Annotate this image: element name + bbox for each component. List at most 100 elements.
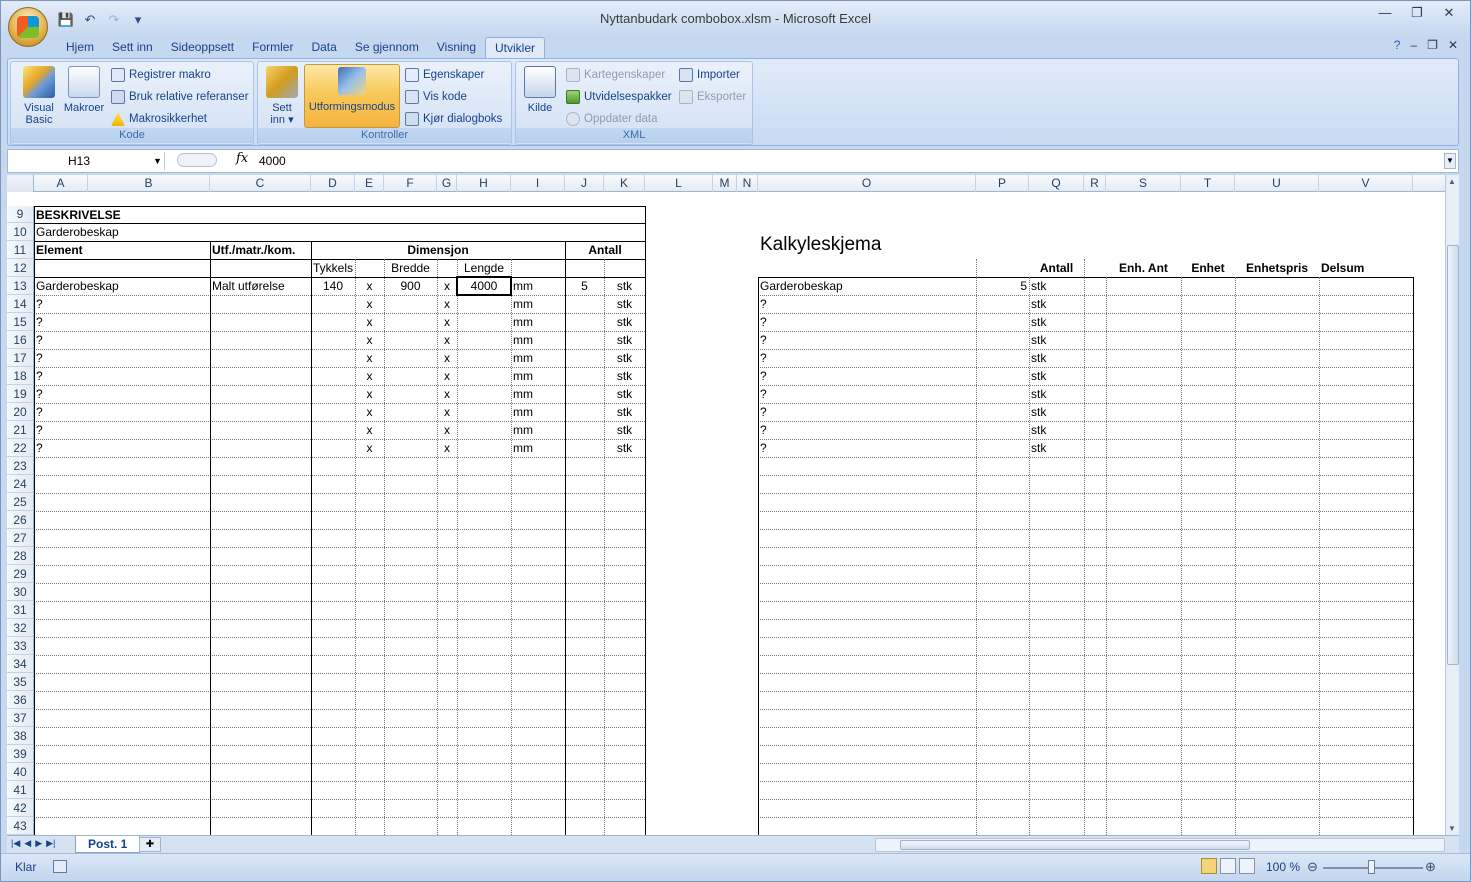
cell-element[interactable]: ? bbox=[36, 385, 208, 403]
cell-unit[interactable]: mm bbox=[513, 367, 563, 385]
header-antall[interactable]: Antall bbox=[567, 241, 643, 259]
cell-enhet[interactable]: stk bbox=[606, 439, 643, 457]
column-header-p[interactable]: P bbox=[976, 175, 1029, 192]
row-header-25[interactable]: 25 bbox=[7, 493, 34, 511]
k-cell-element[interactable]: ? bbox=[760, 421, 974, 439]
cell-x[interactable]: x bbox=[439, 277, 455, 295]
cell-x[interactable]: x bbox=[439, 295, 455, 313]
cell-antall[interactable]: 5 bbox=[567, 277, 602, 295]
column-header-h[interactable]: H bbox=[457, 175, 511, 192]
horizontal-scroll-thumb[interactable] bbox=[900, 840, 1250, 850]
k-header-enh-ant[interactable]: Enh. Ant bbox=[1108, 259, 1179, 277]
k-cell-enhet[interactable]: stk bbox=[1031, 403, 1082, 421]
first-sheet-icon[interactable]: |◀ bbox=[11, 838, 20, 849]
help-icon[interactable]: ? bbox=[1394, 38, 1401, 52]
zoom-slider-knob[interactable] bbox=[1368, 860, 1375, 874]
cell-element[interactable]: ? bbox=[36, 421, 208, 439]
column-header-a[interactable]: A bbox=[34, 175, 88, 192]
egenskaper-button[interactable]: Egenskaper bbox=[405, 66, 484, 84]
row-header-41[interactable]: 41 bbox=[7, 781, 34, 799]
cell-element[interactable]: ? bbox=[36, 403, 208, 421]
redo-icon[interactable]: ↷ bbox=[105, 11, 123, 29]
row-header-19[interactable]: 19 bbox=[7, 385, 34, 403]
row-header-13[interactable]: 13 bbox=[7, 277, 34, 295]
cell-x[interactable]: x bbox=[357, 421, 382, 439]
visual-basic-button[interactable]: Visual Basic bbox=[15, 66, 63, 126]
column-header-d[interactable]: D bbox=[311, 175, 355, 192]
k-cell-enhet[interactable]: stk bbox=[1031, 367, 1082, 385]
oppdater-data-button[interactable]: Oppdater data bbox=[566, 110, 658, 128]
last-sheet-icon[interactable]: ▶| bbox=[46, 838, 55, 849]
cell-x[interactable]: x bbox=[357, 349, 382, 367]
cell-unit[interactable]: mm bbox=[513, 385, 563, 403]
kjor-dialogboks-button[interactable]: Kjør dialogboks bbox=[405, 110, 502, 128]
save-icon[interactable]: 💾 bbox=[57, 11, 75, 29]
cell-x[interactable]: x bbox=[357, 331, 382, 349]
cell-x[interactable]: x bbox=[357, 295, 382, 313]
k-cell-enhet[interactable]: stk bbox=[1031, 439, 1082, 457]
cell-unit[interactable]: mm bbox=[513, 403, 563, 421]
row-header-42[interactable]: 42 bbox=[7, 799, 34, 817]
cell-x[interactable]: x bbox=[357, 313, 382, 331]
column-header-n[interactable]: N bbox=[737, 175, 758, 192]
insert-function-button[interactable]: fx bbox=[236, 151, 248, 166]
title-beskrivelse[interactable]: BESKRIVELSE bbox=[36, 206, 643, 224]
row-header-31[interactable]: 31 bbox=[7, 601, 34, 619]
header-dimensjon[interactable]: Dimensjon bbox=[313, 241, 563, 259]
cell-unit[interactable]: mm bbox=[513, 421, 563, 439]
cell-x[interactable]: x bbox=[439, 385, 455, 403]
scroll-up-icon[interactable]: ▲ bbox=[1448, 177, 1456, 186]
row-header-39[interactable]: 39 bbox=[7, 745, 34, 763]
row-header-26[interactable]: 26 bbox=[7, 511, 34, 529]
cell-enhet[interactable]: stk bbox=[606, 421, 643, 439]
zoom-level[interactable]: 100 % bbox=[1266, 860, 1300, 874]
tab-hjem[interactable]: Hjem bbox=[57, 37, 103, 59]
row-header-15[interactable]: 15 bbox=[7, 313, 34, 331]
cell-x[interactable]: x bbox=[439, 331, 455, 349]
row-header-20[interactable]: 20 bbox=[7, 403, 34, 421]
horizontal-scrollbar[interactable] bbox=[875, 838, 1445, 852]
restore-button[interactable]: ❐ bbox=[1402, 5, 1432, 23]
cell-x[interactable]: x bbox=[439, 349, 455, 367]
cell-unit[interactable]: mm bbox=[513, 295, 563, 313]
cell-unit[interactable]: mm bbox=[513, 313, 563, 331]
cell-unit[interactable]: mm bbox=[513, 349, 563, 367]
row-header-37[interactable]: 37 bbox=[7, 709, 34, 727]
cell-unit[interactable]: mm bbox=[513, 439, 563, 457]
cell-x[interactable]: x bbox=[357, 367, 382, 385]
cell-x[interactable]: x bbox=[357, 403, 382, 421]
workbook-close-icon[interactable]: ✕ bbox=[1448, 38, 1458, 52]
page-layout-view-icon[interactable] bbox=[1220, 858, 1236, 874]
cell-enhet[interactable]: stk bbox=[606, 367, 643, 385]
k-header-antall[interactable]: Antall bbox=[1031, 259, 1082, 277]
vertical-scrollbar[interactable]: ▲ ▼ bbox=[1445, 175, 1459, 835]
next-sheet-icon[interactable]: ▶ bbox=[35, 838, 42, 849]
cell-x[interactable]: x bbox=[357, 439, 382, 457]
cell-x[interactable]: x bbox=[439, 367, 455, 385]
row-header-21[interactable]: 21 bbox=[7, 421, 34, 439]
row-header-35[interactable]: 35 bbox=[7, 673, 34, 691]
k-cell-element[interactable]: ? bbox=[760, 385, 974, 403]
k-cell-element[interactable]: ? bbox=[760, 295, 974, 313]
chevron-down-icon[interactable]: ▼ bbox=[153, 152, 162, 170]
cell-element[interactable]: ? bbox=[36, 439, 208, 457]
row-header-22[interactable]: 22 bbox=[7, 439, 34, 457]
column-header-t[interactable]: T bbox=[1181, 175, 1235, 192]
customize-qat-button[interactable]: ▾ bbox=[129, 11, 147, 29]
header-lengde[interactable]: Lengde bbox=[459, 259, 509, 277]
insert-sheet-icon[interactable]: ✚ bbox=[139, 837, 161, 852]
close-button[interactable]: ✕ bbox=[1434, 5, 1464, 23]
header-tykkelse[interactable]: Tykkelse bbox=[313, 259, 353, 277]
page-break-view-icon[interactable] bbox=[1239, 858, 1255, 874]
row-header-24[interactable]: 24 bbox=[7, 475, 34, 493]
office-button[interactable] bbox=[8, 7, 48, 47]
title-kalkyleskjema[interactable]: Kalkyleskjema bbox=[760, 233, 1027, 257]
worksheet-grid[interactable]: ABCDEFGHIJKLMNOPQRSTUV 9 10 11 12 13 14 15 16 17… bbox=[7, 175, 1445, 835]
cell-x[interactable]: x bbox=[439, 403, 455, 421]
tab-data[interactable]: Data bbox=[302, 37, 345, 59]
makroer-button[interactable]: Makroer bbox=[61, 66, 107, 114]
k-cell-element[interactable]: ? bbox=[760, 331, 974, 349]
column-header-f[interactable]: F bbox=[384, 175, 437, 192]
cell-element[interactable]: ? bbox=[36, 349, 208, 367]
k-cell-element[interactable]: ? bbox=[760, 439, 974, 457]
